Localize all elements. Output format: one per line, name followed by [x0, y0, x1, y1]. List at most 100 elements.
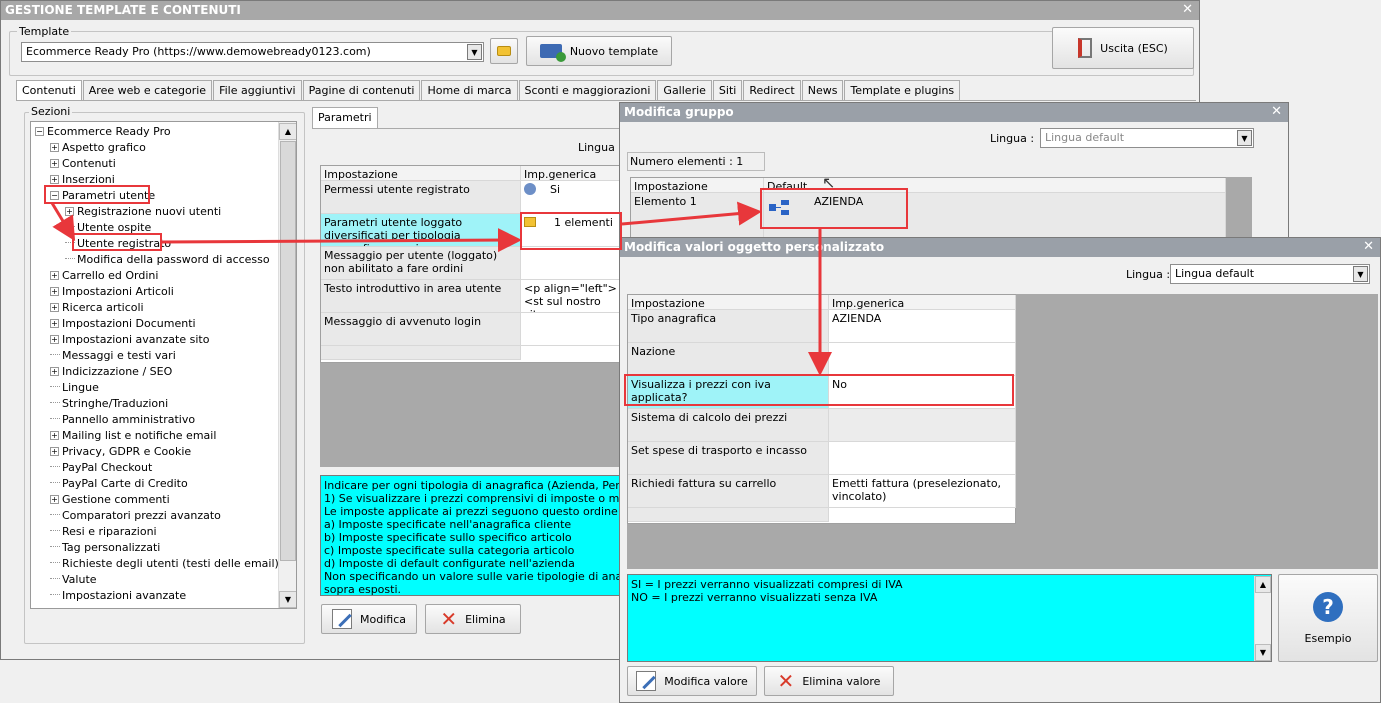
tab-1[interactable]: Aree web e categorie	[82, 80, 213, 100]
group-close-icon[interactable]: ✕	[1271, 104, 1282, 119]
delete-value-button[interactable]: ✕ Elimina valore	[764, 666, 894, 696]
tree-item[interactable]: Pannello amministrativo	[50, 412, 195, 428]
chevron-down-icon[interactable]: ▼	[1237, 130, 1252, 146]
modify-value-button[interactable]: Modifica valore	[627, 666, 757, 696]
params-row-value[interactable]	[521, 247, 622, 280]
params-row-label[interactable]: Messaggio per utente (loggato) non abili…	[321, 247, 521, 280]
tree-item[interactable]: Tag personalizzati	[50, 540, 160, 556]
tree-item[interactable]: Resi e riparazioni	[50, 524, 157, 540]
tree-item[interactable]: + Aspetto grafico	[50, 140, 146, 156]
tab-parametri[interactable]: Parametri	[312, 107, 378, 128]
custom-row-value[interactable]: AZIENDA	[829, 310, 1016, 343]
chevron-down-icon[interactable]: ▼	[467, 44, 482, 60]
tree-item[interactable]: + Impostazioni avanzate sito	[50, 332, 209, 348]
tree-item[interactable]: + Mailing list e notifiche email	[50, 428, 216, 444]
tree-item[interactable]: Valute	[50, 572, 97, 588]
open-template-button[interactable]	[490, 38, 518, 64]
tree-item[interactable]: PayPal Checkout	[50, 460, 152, 476]
expand-icon[interactable]: +	[50, 303, 59, 312]
expand-icon[interactable]: +	[50, 495, 59, 504]
tree-item[interactable]: + Contenuti	[50, 156, 116, 172]
scroll-down-icon[interactable]: ▼	[1255, 644, 1271, 661]
custom-info-scrollbar[interactable]: ▲ ▼	[1254, 576, 1271, 661]
tree-item[interactable]: − Ecommerce Ready Pro	[35, 124, 171, 140]
tree-item[interactable]: Impostazioni avanzate	[50, 588, 186, 604]
tab-10[interactable]: Template e plugins	[844, 80, 961, 100]
tab-4[interactable]: Home di marca	[421, 80, 518, 100]
expand-icon[interactable]: +	[50, 431, 59, 440]
custom-row-value[interactable]	[829, 343, 1016, 376]
custom-close-icon[interactable]: ✕	[1363, 239, 1374, 254]
tree-item[interactable]: + Indicizzazione / SEO	[50, 364, 172, 380]
expand-icon[interactable]: +	[50, 287, 59, 296]
params-row-label[interactable]: Parametri utente loggato diversificati p…	[321, 214, 521, 247]
tab-2[interactable]: File aggiuntivi	[213, 80, 302, 100]
params-row-label[interactable]: Testo introduttivo in area utente	[321, 280, 521, 313]
tab-6[interactable]: Gallerie	[657, 80, 712, 100]
tab-label: Gallerie	[663, 84, 706, 97]
custom-row-value[interactable]	[829, 409, 1016, 442]
tab-5[interactable]: Sconti e maggiorazioni	[518, 80, 657, 100]
main-close-icon[interactable]: ✕	[1182, 2, 1193, 17]
tree-item-label: Valute	[62, 573, 97, 586]
custom-row-label[interactable]: Tipo anagrafica	[628, 310, 829, 343]
tab-3[interactable]: Pagine di contenuti	[302, 80, 421, 100]
scroll-up-icon[interactable]: ▲	[279, 123, 296, 140]
group-title: Modifica gruppo	[624, 105, 734, 119]
params-row-value[interactable]: Si	[521, 181, 622, 214]
tree-item[interactable]: Messaggi e testi vari	[50, 348, 176, 364]
expand-icon[interactable]: +	[50, 335, 59, 344]
tab-7[interactable]: Siti	[712, 80, 743, 100]
tree-item[interactable]: Richieste degli utenti (testi delle emai…	[50, 556, 279, 572]
delete-button[interactable]: ✕ Elimina	[425, 604, 521, 634]
expand-icon[interactable]: +	[50, 447, 59, 456]
custom-row-label[interactable]: Richiedi fattura su carrello	[628, 475, 829, 508]
params-row-label[interactable]: Permessi utente registrato	[321, 181, 521, 214]
tree-item[interactable]: + Carrello ed Ordini	[50, 268, 158, 284]
custom-row-value[interactable]	[829, 442, 1016, 475]
scroll-up-icon[interactable]: ▲	[1255, 576, 1271, 593]
custom-row-value[interactable]: Emetti fattura (preselezionato, vincolat…	[829, 475, 1016, 508]
expand-icon[interactable]: +	[50, 159, 59, 168]
tree-item[interactable]: + Privacy, GDPR e Cookie	[50, 444, 191, 460]
expand-icon[interactable]: +	[50, 319, 59, 328]
custom-row-label[interactable]: Nazione	[628, 343, 829, 376]
tab-label: News	[807, 84, 838, 97]
tree-item[interactable]: PayPal Carte di Credito	[50, 476, 188, 492]
scroll-thumb[interactable]	[280, 141, 296, 561]
tree-item[interactable]: + Impostazioni Articoli	[50, 284, 174, 300]
tree-item[interactable]: Modifica della password di accesso	[65, 252, 270, 268]
tree-item[interactable]: Stringhe/Traduzioni	[50, 396, 168, 412]
expand-icon[interactable]: +	[50, 367, 59, 376]
custom-row-label[interactable]: Set spese di trasporto e incasso	[628, 442, 829, 475]
expand-icon[interactable]: +	[50, 271, 59, 280]
expand-icon[interactable]: +	[50, 143, 59, 152]
tree-item[interactable]: Lingue	[50, 380, 99, 396]
chevron-down-icon[interactable]: ▼	[1353, 266, 1368, 282]
tree-scrollbar[interactable]: ▲ ▼	[278, 122, 296, 608]
tab-8[interactable]: Redirect	[743, 80, 801, 100]
new-template-button[interactable]: Nuovo template	[526, 36, 672, 66]
params-row-value[interactable]	[521, 313, 622, 346]
example-button[interactable]: ? Esempio	[1278, 574, 1378, 662]
scroll-down-icon[interactable]: ▼	[279, 591, 296, 608]
expand-icon[interactable]: +	[65, 207, 74, 216]
exit-button[interactable]: Uscita (ESC)	[1052, 27, 1194, 69]
custom-row-label[interactable]: Sistema di calcolo dei prezzi	[628, 409, 829, 442]
tab-9[interactable]: News	[801, 80, 844, 100]
expand-icon[interactable]: +	[50, 175, 59, 184]
group-row-label[interactable]: Elemento 1	[631, 193, 764, 241]
tree-item[interactable]: + Impostazioni Documenti	[50, 316, 196, 332]
tree-item[interactable]: + Registrazione nuovi utenti	[65, 204, 221, 220]
modify-button[interactable]: Modifica	[321, 604, 417, 634]
tree-item[interactable]: + Ricerca articoli	[50, 300, 144, 316]
tree-item[interactable]: + Gestione commenti	[50, 492, 170, 508]
collapse-icon[interactable]: −	[35, 127, 44, 136]
template-select[interactable]: Ecommerce Ready Pro (https://www.demoweb…	[21, 42, 484, 62]
custom-lingua-select[interactable]: Lingua default ▼	[1170, 264, 1370, 284]
tab-0[interactable]: Contenuti	[16, 80, 82, 101]
params-row-label[interactable]: Messaggio di avvenuto login	[321, 313, 521, 346]
params-row-value[interactable]: <p align="left"><st sul nostro sito	[521, 280, 622, 313]
group-lingua-select[interactable]: Lingua default ▼	[1040, 128, 1254, 148]
tree-item[interactable]: Comparatori prezzi avanzato	[50, 508, 221, 524]
